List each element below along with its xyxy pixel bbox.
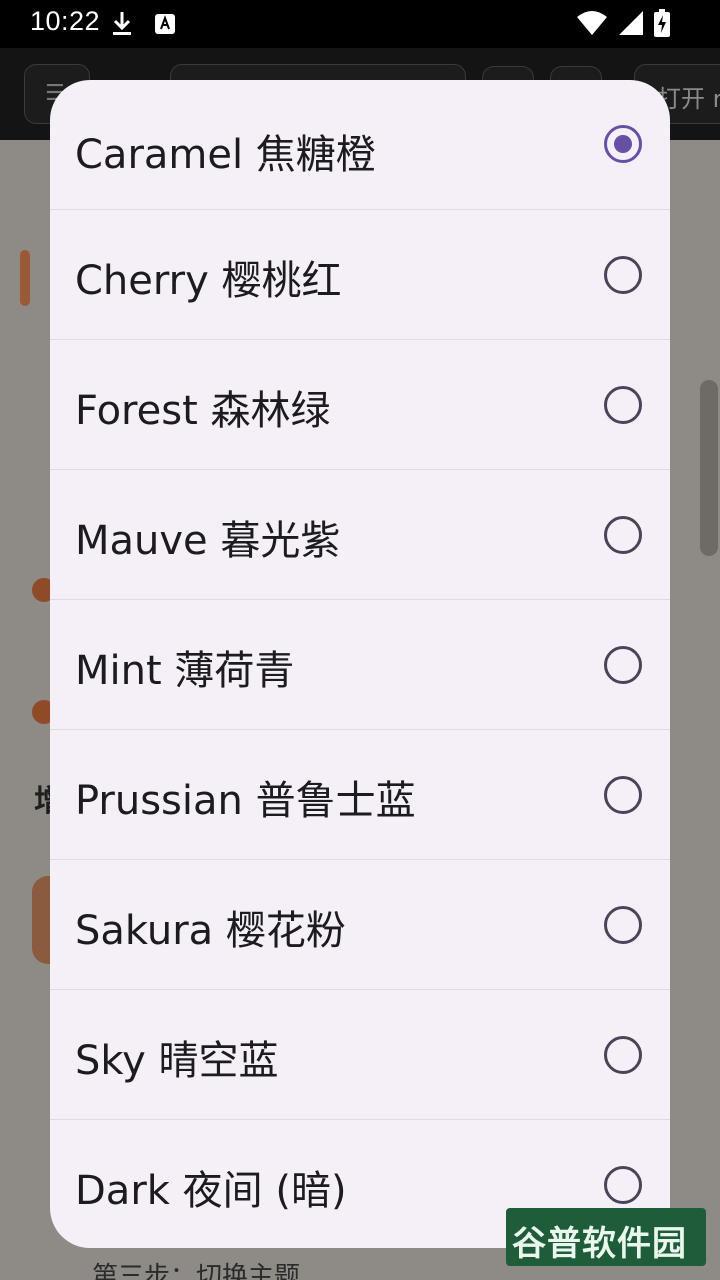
radio-unselected-icon[interactable] (604, 1166, 642, 1204)
status-left-icons (110, 10, 176, 38)
radio-unselected-icon[interactable] (604, 906, 642, 944)
step-text: 第三步：切换主题 (92, 1262, 301, 1280)
status-bar: 10:22 (0, 0, 720, 48)
wifi-icon (576, 10, 608, 36)
download-icon (110, 10, 134, 38)
theme-option-label: Cherry 樱桃红 (75, 258, 342, 304)
radio-selected-icon[interactable] (604, 125, 642, 163)
theme-option-label: Caramel 焦糖橙 (75, 132, 376, 178)
radio-unselected-icon[interactable] (604, 776, 642, 814)
theme-option-mauve[interactable]: Mauve 暮光紫 (50, 470, 670, 600)
radio-unselected-icon[interactable] (604, 1036, 642, 1074)
theme-option-cherry[interactable]: Cherry 樱桃红 (50, 210, 670, 340)
theme-option-sakura[interactable]: Sakura 樱花粉 (50, 860, 670, 990)
theme-option-mint[interactable]: Mint 薄荷青 (50, 600, 670, 730)
theme-option-label: Dark 夜间 (暗) (75, 1168, 347, 1214)
theme-option-forest[interactable]: Forest 森林绿 (50, 340, 670, 470)
status-time: 10:22 (30, 6, 101, 36)
status-right-icons (576, 9, 670, 37)
watermark-text: 谷普软件园 (512, 1224, 687, 1264)
scrollbar-thumb (700, 380, 718, 556)
theme-option-sky[interactable]: Sky 晴空蓝 (50, 990, 670, 1120)
radio-unselected-icon[interactable] (604, 386, 642, 424)
radio-unselected-icon[interactable] (604, 256, 642, 294)
theme-option-label: Prussian 普鲁士蓝 (75, 778, 416, 824)
keyboard-a-icon (154, 13, 176, 35)
theme-option-label: Forest 森林绿 (75, 388, 331, 434)
theme-picker-dialog: Caramel 焦糖橙 Cherry 樱桃红 Forest 森林绿 Mauve … (50, 80, 670, 1248)
section-accent-bar (20, 250, 30, 306)
theme-option-caramel[interactable]: Caramel 焦糖橙 (50, 80, 670, 210)
theme-option-label: Mauve 暮光紫 (75, 518, 341, 564)
site-watermark: 谷普软件园 (506, 1208, 706, 1266)
theme-option-prussian[interactable]: Prussian 普鲁士蓝 (50, 730, 670, 860)
radio-unselected-icon[interactable] (604, 646, 642, 684)
theme-option-label: Mint 薄荷青 (75, 648, 295, 694)
battery-charging-icon (654, 9, 670, 37)
radio-unselected-icon[interactable] (604, 516, 642, 554)
theme-option-label: Sakura 樱花粉 (75, 908, 346, 954)
theme-option-label: Sky 晴空蓝 (75, 1038, 279, 1084)
cell-signal-icon (618, 10, 644, 36)
